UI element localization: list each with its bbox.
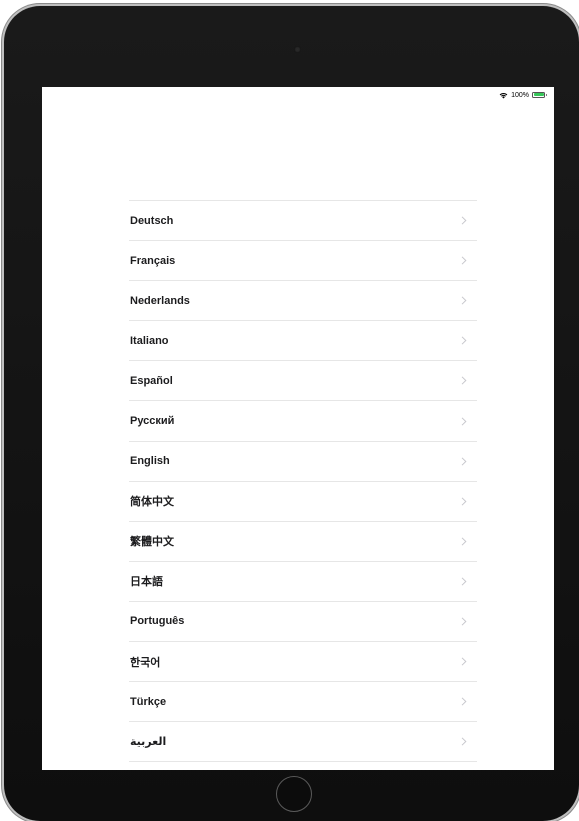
- language-label: Русский: [130, 415, 175, 428]
- language-label: 繁體中文: [130, 536, 174, 549]
- chevron-right-icon: [461, 497, 467, 506]
- chevron-right-icon: [461, 296, 467, 305]
- status-bar: 100%: [499, 89, 548, 101]
- language-option[interactable]: Nederlands: [129, 281, 477, 322]
- wifi-icon: [499, 92, 508, 98]
- language-option[interactable]: 한국어: [129, 642, 477, 683]
- chevron-right-icon: [461, 457, 467, 466]
- language-label: English: [130, 455, 170, 468]
- language-label: Nederlands: [130, 294, 190, 307]
- chevron-right-icon: [461, 256, 467, 265]
- language-label: Português: [130, 615, 185, 628]
- language-option[interactable]: 繁體中文: [129, 522, 477, 562]
- battery-icon: [532, 91, 548, 99]
- home-button[interactable]: [276, 776, 312, 812]
- chevron-right-icon: [461, 697, 467, 706]
- language-list: Deutsch Français Nederlands Italiano Español…: [129, 200, 477, 763]
- chevron-right-icon: [461, 657, 467, 666]
- language-option[interactable]: Français: [129, 241, 477, 282]
- language-label: Deutsch: [130, 214, 174, 227]
- language-option[interactable]: 日本語: [129, 562, 477, 602]
- language-label: العربية: [130, 736, 167, 749]
- language-label: 한국어: [130, 656, 161, 669]
- front-camera: [294, 46, 301, 53]
- language-label: Français: [130, 254, 176, 267]
- language-label: Italiano: [130, 334, 169, 347]
- language-option[interactable]: 简体中文: [129, 482, 477, 522]
- chevron-right-icon: [461, 376, 467, 385]
- language-label: 简体中文: [130, 496, 174, 509]
- language-option[interactable]: Русский: [129, 401, 477, 442]
- ipad-device: 100% Deutsch Français Nederlands Italiano Es…: [4, 6, 579, 821]
- chevron-right-icon: [461, 737, 467, 746]
- chevron-right-icon: [461, 617, 467, 626]
- chevron-right-icon: [461, 537, 467, 546]
- chevron-right-icon: [461, 336, 467, 345]
- language-option[interactable]: Türkçe: [129, 682, 477, 723]
- language-label: Türkçe: [130, 695, 167, 708]
- language-option[interactable]: Español: [129, 361, 477, 402]
- language-option[interactable]: Deutsch: [129, 201, 477, 242]
- language-label: 日本語: [130, 576, 163, 589]
- battery-percentage: 100%: [511, 91, 529, 99]
- language-label: Español: [130, 374, 173, 387]
- language-option[interactable]: العربية: [129, 722, 477, 763]
- language-option[interactable]: Português: [129, 602, 477, 643]
- chevron-right-icon: [461, 577, 467, 586]
- chevron-right-icon: [461, 216, 467, 225]
- language-option[interactable]: English: [129, 442, 477, 482]
- chevron-right-icon: [461, 416, 467, 426]
- setup-screen: 100% Deutsch Français Nederlands Italiano Es…: [42, 87, 554, 770]
- language-option[interactable]: Italiano: [129, 321, 477, 362]
- battery-fill: [533, 93, 544, 96]
